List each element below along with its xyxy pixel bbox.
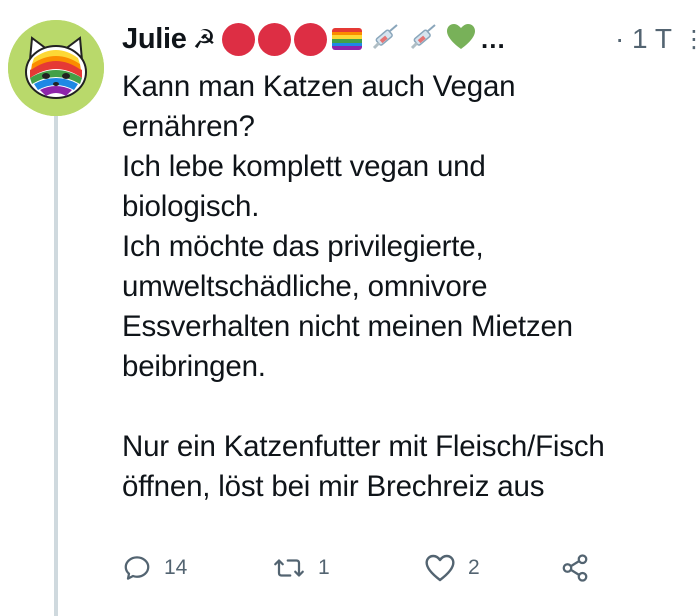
reply-icon (124, 556, 150, 580)
timestamp[interactable]: · 1 T (615, 23, 672, 55)
name-emojis: … (221, 22, 506, 57)
syringe-icon (370, 22, 400, 57)
timestamp-value: 1 T (632, 23, 672, 54)
author-name[interactable]: Julie (122, 23, 187, 56)
tweet-header: Julie ☭ … · 1 T ⋮ (122, 14, 700, 64)
tweet-content: Julie ☭ … · 1 T ⋮ Kann man Katzen auch V… (122, 14, 700, 507)
red-circle-icon (257, 22, 291, 56)
reply-button[interactable]: 14 (122, 553, 272, 583)
heart-icon (425, 554, 455, 582)
reply-count: 14 (164, 556, 188, 579)
more-options-icon[interactable]: ⋮ (682, 25, 700, 54)
retweet-button[interactable]: 1 (272, 553, 424, 583)
timestamp-separator: · (614, 23, 625, 54)
red-panda-avatar-icon (8, 20, 104, 116)
tweet-actions: 14 1 2 (122, 548, 590, 588)
retweet-icon (274, 559, 304, 577)
red-circle-icon (293, 22, 327, 56)
share-icon (562, 554, 588, 582)
red-circle-icon (221, 22, 255, 56)
hammer-sickle-icon: ☭ (192, 23, 216, 54)
rainbow-flag-icon (331, 28, 362, 50)
syringe-icon (408, 22, 438, 57)
retweet-count: 1 (318, 556, 330, 579)
share-button[interactable] (560, 553, 590, 583)
like-button[interactable]: 2 (424, 553, 560, 583)
name-ellipsis: … (479, 23, 506, 54)
avatar[interactable] (8, 20, 104, 116)
green-heart-icon (446, 23, 476, 56)
like-count: 2 (468, 556, 480, 579)
tweet-text: Kann man Katzen auch Vegan ernähren? Ich… (122, 70, 605, 503)
thread-line (54, 108, 58, 616)
